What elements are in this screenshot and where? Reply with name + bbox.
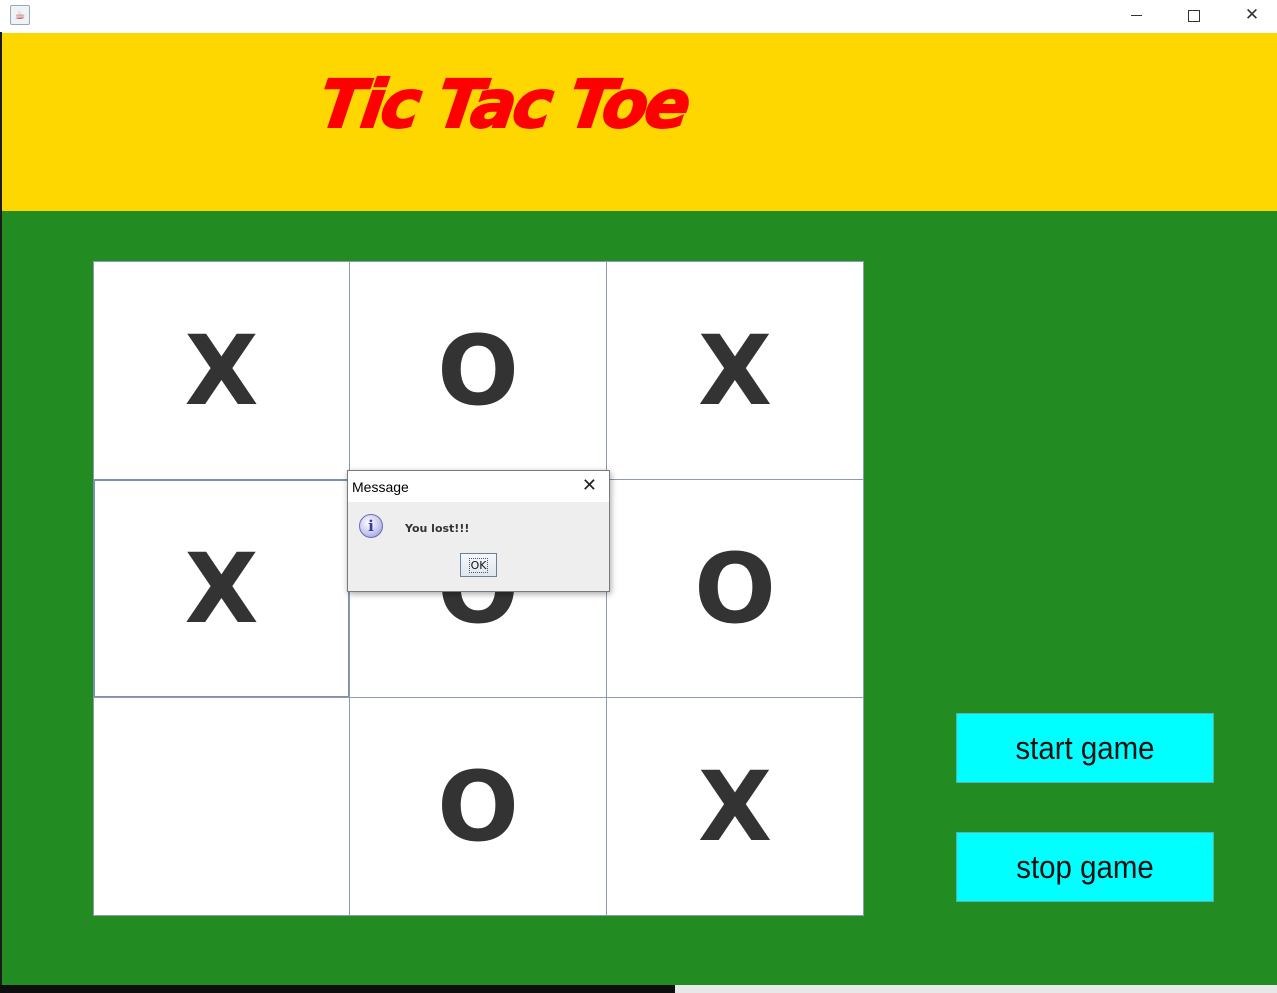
message-dialog: Message ✕ i You lost!!! OK (347, 470, 610, 592)
minimize-icon (1130, 15, 1142, 16)
java-app-icon[interactable]: ☕ (10, 5, 30, 25)
board-cell-r1c2[interactable]: O (349, 261, 607, 480)
dialog-close-icon[interactable]: ✕ (582, 475, 597, 496)
start-game-button[interactable]: start game (956, 713, 1214, 783)
dialog-message: You lost!!! (405, 522, 470, 535)
board-cell-r3c1[interactable] (93, 697, 350, 916)
dialog-titlebar: Message ✕ (348, 471, 609, 502)
board-cell-r3c3[interactable]: X (606, 697, 864, 916)
board-cell-r2c3[interactable]: O (606, 479, 864, 698)
maximize-icon (1188, 9, 1200, 22)
taskbar-edge (0, 985, 675, 993)
ok-button-label: OK (468, 557, 489, 573)
taskbar-edge-light (675, 985, 1277, 993)
close-icon: ✕ (1244, 5, 1260, 25)
stop-game-button[interactable]: stop game (956, 832, 1214, 902)
minimize-button[interactable] (1107, 0, 1165, 30)
board-cell-r2c1[interactable]: X (93, 479, 350, 698)
dialog-title: Message (352, 479, 409, 495)
ok-button[interactable]: OK (460, 553, 497, 577)
info-icon: i (359, 514, 383, 538)
window-titlebar: ☕ ✕ (0, 0, 1277, 32)
game-title: Tic Tac Toe (314, 65, 694, 144)
board-cell-r1c3[interactable]: X (606, 261, 864, 480)
board-cell-r3c2[interactable]: O (349, 697, 607, 916)
close-window-button[interactable]: ✕ (1223, 0, 1277, 30)
board-cell-r1c1[interactable]: X (93, 261, 350, 480)
maximize-button[interactable] (1165, 0, 1223, 30)
